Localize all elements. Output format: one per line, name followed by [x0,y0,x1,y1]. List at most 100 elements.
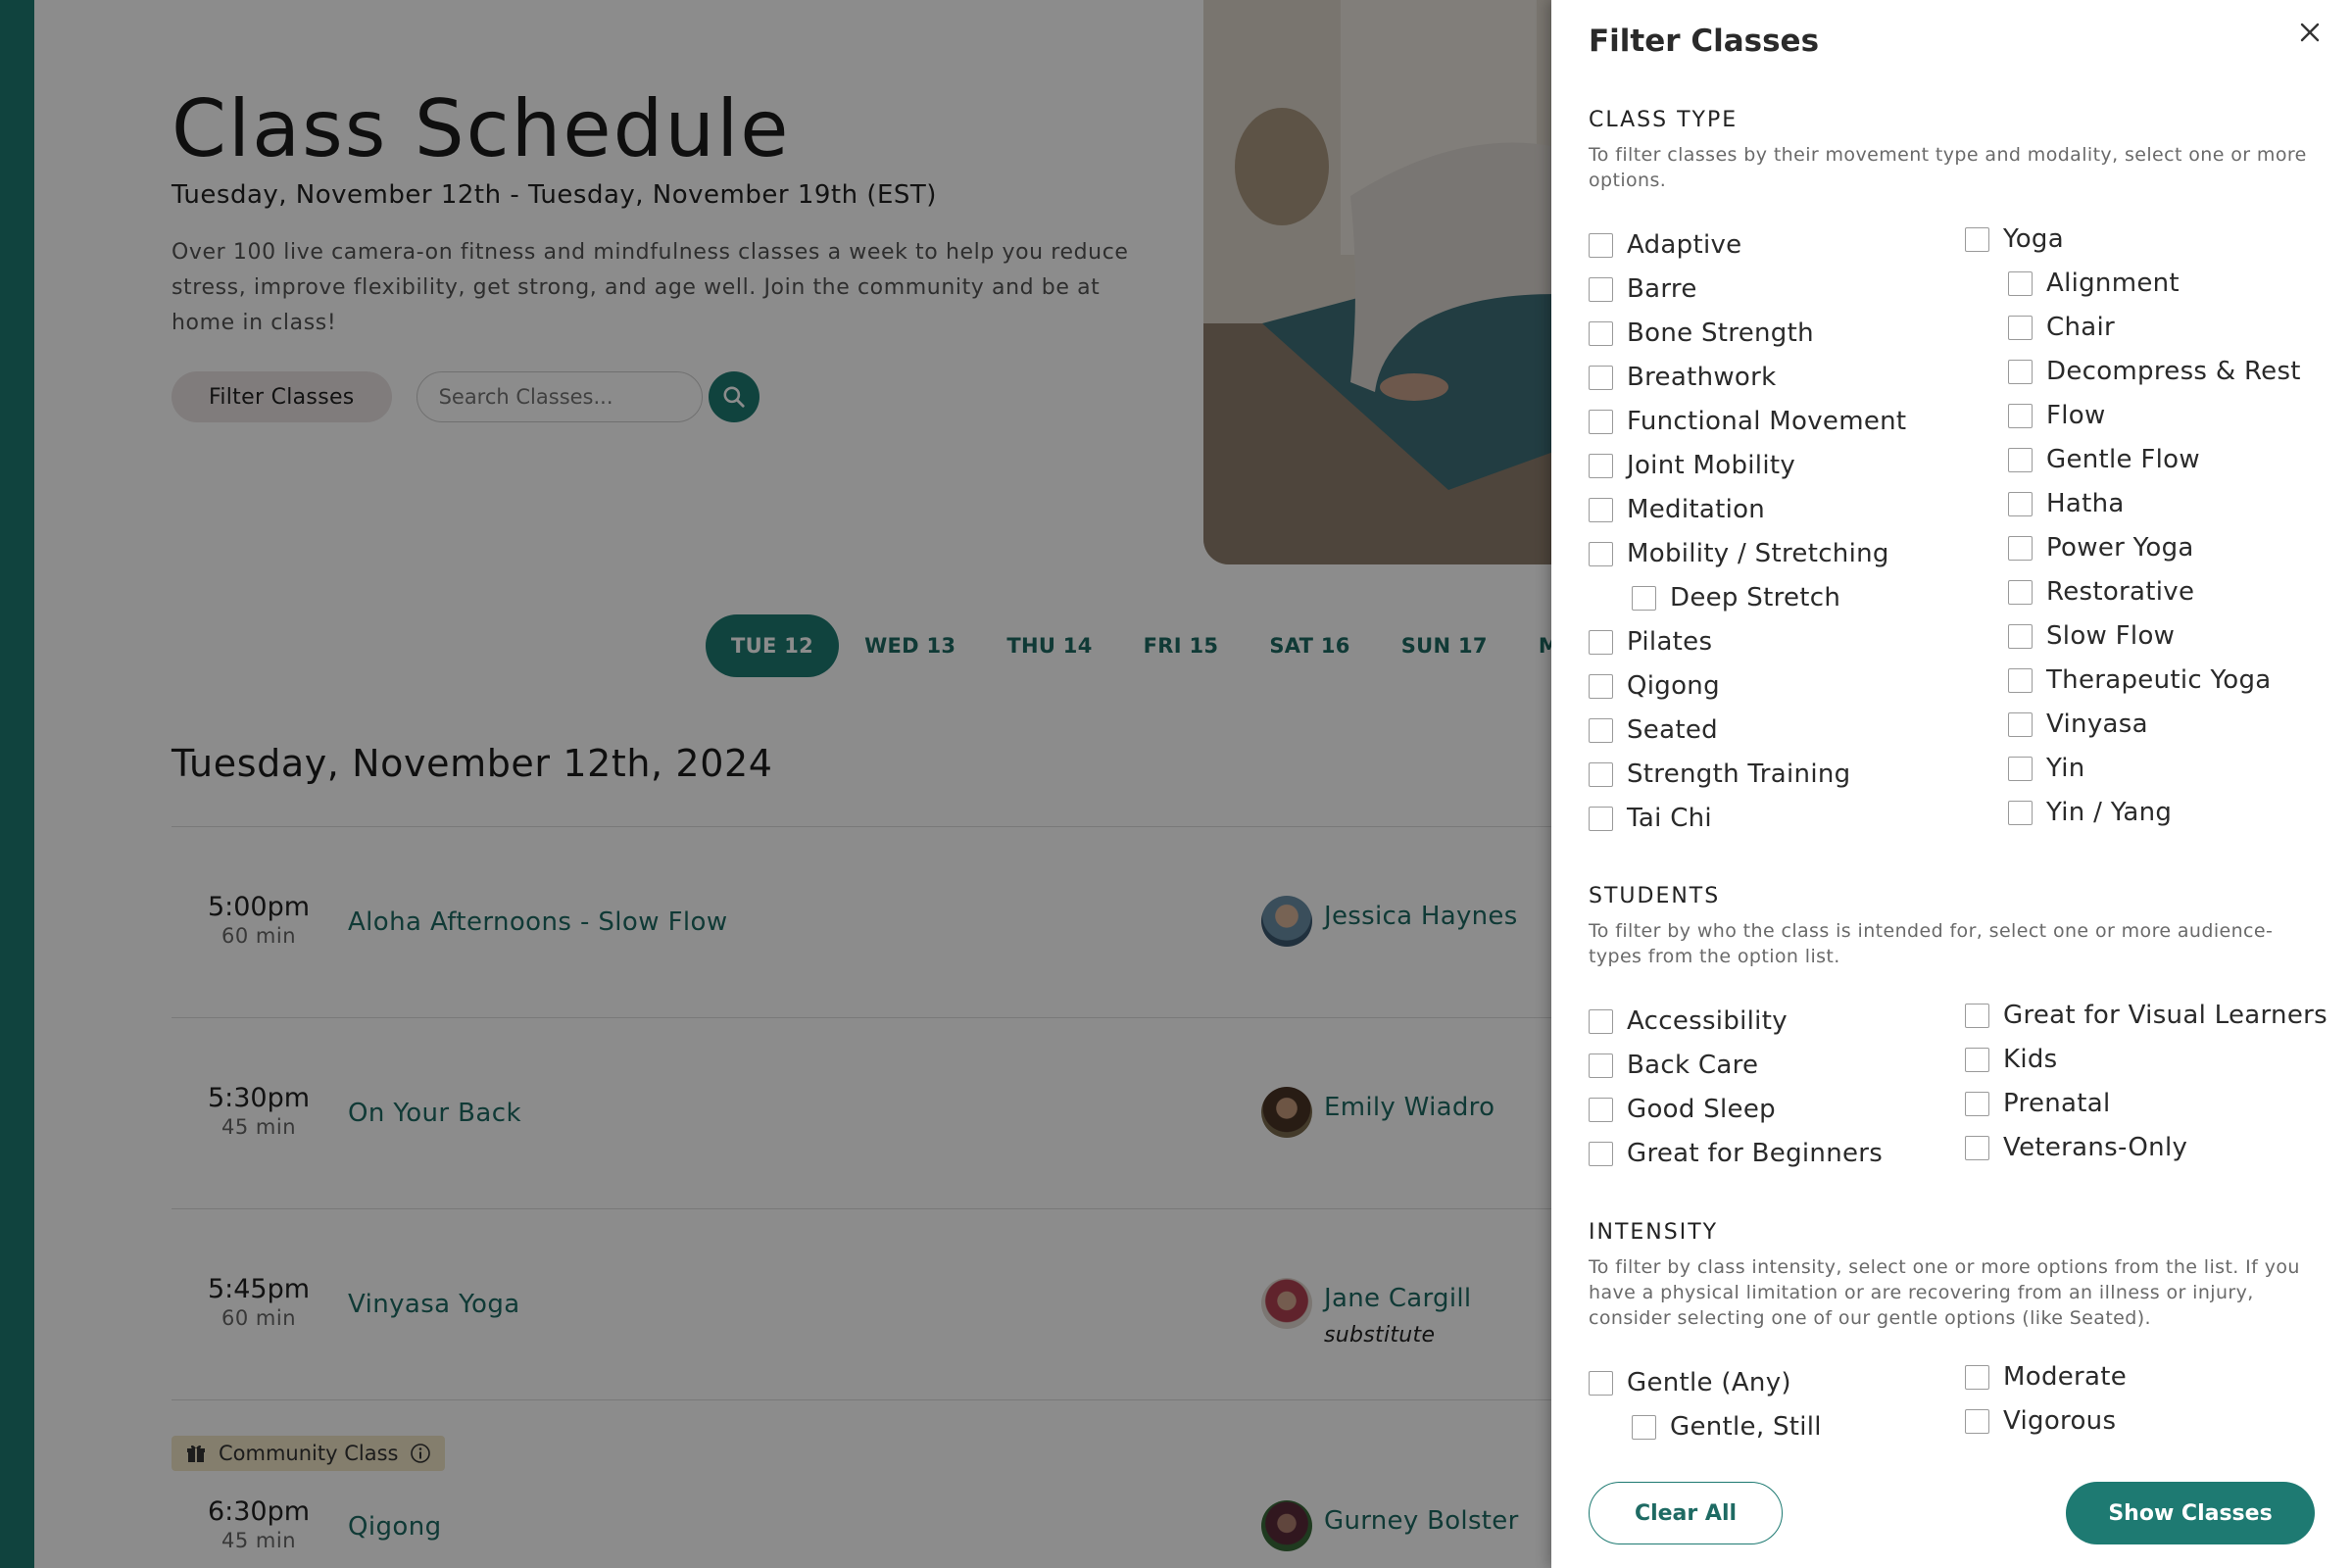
checkbox[interactable] [1965,1408,1989,1434]
filter-option-functional-movement[interactable]: Functional Movement [1589,407,1906,436]
checkbox[interactable] [1589,806,1613,831]
checkbox[interactable] [2008,315,2033,340]
checkbox[interactable] [1965,1364,1989,1390]
checkbox[interactable] [2008,447,2033,472]
filter-option-breathwork[interactable]: Breathwork [1589,363,1776,392]
filter-option-great-for-beginners[interactable]: Great for Beginners [1589,1139,1883,1168]
filter-option-vinyasa[interactable]: Vinyasa [2008,710,2148,739]
checkbox[interactable] [1589,497,1613,522]
checkbox[interactable] [1965,1091,1989,1116]
checkbox[interactable] [1632,1414,1656,1440]
filter-option-power-yoga[interactable]: Power Yoga [2008,533,2194,563]
show-classes-button[interactable]: Show Classes [2066,1482,2315,1544]
checkbox[interactable] [2008,535,2033,561]
filter-option-hatha[interactable]: Hatha [2008,489,2125,518]
checkbox[interactable] [1965,1135,1989,1160]
filter-options-scroll[interactable]: CLASS TYPE To filter classes by their mo… [1551,88,2352,1468]
checkbox[interactable] [1589,673,1613,699]
checkbox[interactable] [2008,491,2033,516]
option-label: Vigorous [2003,1406,2117,1436]
filter-option-decompress-rest[interactable]: Decompress & Rest [2008,357,2301,386]
checkbox[interactable] [2008,711,2033,737]
option-label: Yin [2046,754,2085,783]
filter-option-accessibility[interactable]: Accessibility [1589,1006,1788,1036]
filter-option-slow-flow[interactable]: Slow Flow [2008,621,2175,651]
filter-option-veterans-only[interactable]: Veterans-Only [1965,1133,2187,1162]
filter-option-kids[interactable]: Kids [1965,1045,2058,1074]
option-label: Pilates [1627,627,1713,657]
filter-option-bone-strength[interactable]: Bone Strength [1589,318,1814,348]
filter-option-prenatal[interactable]: Prenatal [1965,1089,2111,1118]
checkbox[interactable] [1589,1053,1613,1078]
filter-option-meditation[interactable]: Meditation [1589,495,1765,524]
filter-option-seated[interactable]: Seated [1589,715,1718,745]
checkbox[interactable] [2008,403,2033,428]
filter-option-good-sleep[interactable]: Good Sleep [1589,1095,1776,1124]
checkbox[interactable] [1589,276,1613,302]
filter-drawer: Filter Classes CLASS TYPE To filter clas… [1551,0,2352,1568]
option-label: Back Care [1627,1051,1759,1080]
checkbox[interactable] [1589,365,1613,390]
checkbox[interactable] [1965,1047,1989,1072]
filter-option-vigorous[interactable]: Vigorous [1965,1406,2116,1436]
filter-option-moderate[interactable]: Moderate [1965,1362,2127,1392]
checkbox[interactable] [2008,756,2033,781]
checkbox[interactable] [1589,232,1613,258]
checkbox[interactable] [2008,359,2033,384]
option-label: Tai Chi [1627,804,1712,833]
checkbox[interactable] [2008,623,2033,649]
filter-option-mobility-stretching[interactable]: Mobility / Stretching [1589,539,1889,568]
checkbox[interactable] [1589,1008,1613,1034]
clear-all-button[interactable]: Clear All [1589,1482,1783,1544]
filter-option-yoga[interactable]: Yoga [1965,224,2064,254]
checkbox[interactable] [1589,629,1613,655]
filter-option-deep-stretch[interactable]: Deep Stretch [1632,583,1840,612]
option-label: Moderate [2003,1362,2128,1392]
checkbox[interactable] [1589,541,1613,566]
filter-option-gentle-flow[interactable]: Gentle Flow [2008,445,2200,474]
filter-option-strength-training[interactable]: Strength Training [1589,760,1850,789]
checkbox[interactable] [1589,453,1613,478]
filter-option-adaptive[interactable]: Adaptive [1589,230,1741,260]
checkbox[interactable] [1632,585,1656,611]
filter-option-alignment[interactable]: Alignment [2008,269,2180,298]
filter-option-barre[interactable]: Barre [1589,274,1697,304]
filter-option-yin[interactable]: Yin [2008,754,2085,783]
filter-option-great-for-visual-learners[interactable]: Great for Visual Learners [1965,1001,2328,1030]
option-label: Slow Flow [2046,621,2176,651]
filter-option-yin-yang[interactable]: Yin / Yang [2008,798,2172,827]
checkbox[interactable] [1589,320,1613,346]
checkbox[interactable] [2008,579,2033,605]
option-label: Great for Beginners [1627,1139,1884,1168]
modal-backdrop[interactable] [0,0,1551,1568]
filter-option-gentle-any[interactable]: Gentle (Any) [1589,1368,1791,1397]
option-label: Decompress & Rest [2046,357,2301,386]
option-label: Power Yoga [2046,533,2194,563]
filter-option-back-care[interactable]: Back Care [1589,1051,1758,1080]
filter-option-gentle-still[interactable]: Gentle, Still [1632,1412,1822,1442]
filter-option-tai-chi[interactable]: Tai Chi [1589,804,1712,833]
checkbox[interactable] [1589,409,1613,434]
checkbox[interactable] [2008,667,2033,693]
close-icon[interactable] [2295,18,2325,47]
checkbox[interactable] [1965,226,1989,252]
checkbox[interactable] [2008,270,2033,296]
checkbox[interactable] [1589,1097,1613,1122]
filter-option-joint-mobility[interactable]: Joint Mobility [1589,451,1795,480]
filter-option-flow[interactable]: Flow [2008,401,2106,430]
checkbox[interactable] [1589,1370,1613,1396]
filter-option-pilates[interactable]: Pilates [1589,627,1712,657]
filter-option-therapeutic-yoga[interactable]: Therapeutic Yoga [2008,665,2272,695]
drawer-footer: Clear All Show Classes [1551,1468,2352,1568]
checkbox[interactable] [1589,717,1613,743]
checkbox[interactable] [1589,1141,1613,1166]
filter-option-chair[interactable]: Chair [2008,313,2115,342]
filter-option-qigong[interactable]: Qigong [1589,671,1720,701]
intensity-section: INTENSITY To filter by class intensity, … [1589,1220,2314,1442]
option-label: Alignment [2046,269,2180,298]
checkbox[interactable] [1965,1003,1989,1028]
filter-option-restorative[interactable]: Restorative [2008,577,2194,607]
drawer-title: Filter Classes [1589,24,1820,59]
checkbox[interactable] [2008,800,2033,825]
checkbox[interactable] [1589,761,1613,787]
